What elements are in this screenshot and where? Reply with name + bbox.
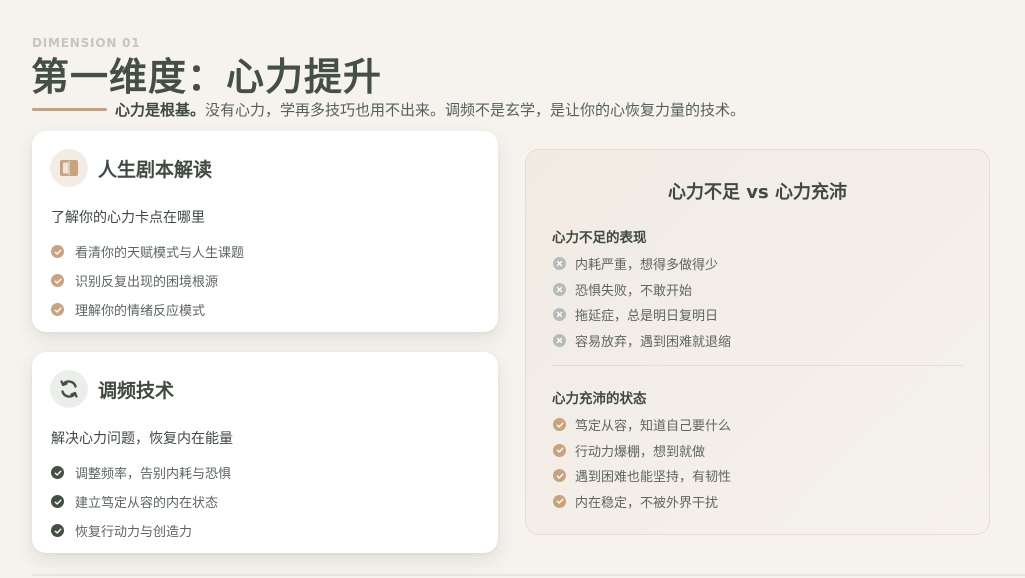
list-item-text: 拖延症，总是明日复明日 bbox=[575, 309, 719, 325]
card-lead: 解决心力问题，恢复内在能量 bbox=[51, 431, 233, 447]
list-item-text: 内在稳定，不被外界干扰 bbox=[575, 495, 719, 511]
accent-rule bbox=[32, 108, 107, 111]
subtitle: 心力是根基。没有心力，学再多技巧也用不出来。调频不是玄学，是让你的心恢复力量的技… bbox=[32, 99, 745, 120]
check-icon bbox=[51, 524, 64, 537]
list-item: 内在稳定，不被外界干扰 bbox=[553, 489, 731, 515]
subtitle-text: 心力是根基。没有心力，学再多技巧也用不出来。调频不是玄学，是让你的心恢复力量的技… bbox=[115, 99, 745, 120]
subtitle-rest: 没有心力，学再多技巧也用不出来。调频不是玄学，是让你的心恢复力量的技术。 bbox=[205, 101, 746, 119]
list-item-text: 笃定从容，知道自己要什么 bbox=[575, 419, 732, 435]
list-item: 内耗严重，想得多做得少 bbox=[553, 251, 731, 277]
comparison-panel: 心力不足 vs 心力充沛 心力不足的表现 内耗严重，想得多做得少 恐惧失败，不敢… bbox=[525, 149, 990, 535]
list-item: 建立笃定从容的内在状态 bbox=[51, 487, 231, 516]
check-icon bbox=[51, 274, 64, 287]
list-item: 遇到困难也能坚持，有韧性 bbox=[553, 463, 731, 489]
list-item: 理解你的情绪反应模式 bbox=[51, 295, 244, 324]
check-icon bbox=[51, 245, 64, 258]
card-header: 人生剧本解读 bbox=[50, 149, 212, 187]
list-item: 行动力爆棚，想到就做 bbox=[553, 438, 731, 464]
card-title: 调频技术 bbox=[98, 379, 175, 402]
list-item-text: 看清你的天赋模式与人生课题 bbox=[75, 246, 245, 261]
list-item-text: 建立笃定从容的内在状态 bbox=[75, 496, 219, 511]
list-item: 容易放弃，遇到困难就退缩 bbox=[553, 328, 731, 354]
check-icon bbox=[553, 443, 566, 457]
list-item-text: 行动力爆棚，想到就做 bbox=[575, 444, 706, 460]
list-item: 恐惧失败，不敢开始 bbox=[553, 277, 731, 303]
card-lead: 了解你的心力卡点在哪里 bbox=[51, 210, 205, 226]
comparison-title: 心力不足 vs 心力充沛 bbox=[668, 182, 847, 203]
divider bbox=[552, 365, 963, 366]
x-icon bbox=[553, 308, 566, 322]
check-icon bbox=[51, 466, 64, 479]
x-icon bbox=[553, 333, 566, 347]
slide: DIMENSION 01 第一维度：心力提升 心力是根基。没有心力，学再多技巧也… bbox=[0, 0, 1025, 578]
bottom-divider bbox=[32, 574, 1025, 576]
check-icon bbox=[553, 418, 566, 432]
card-title: 人生剧本解读 bbox=[98, 158, 213, 181]
list-item-text: 理解你的情绪反应模式 bbox=[75, 304, 206, 319]
subtitle-strong: 心力是根基。 bbox=[115, 101, 206, 119]
check-icon bbox=[51, 495, 64, 508]
list-item-text: 遇到困难也能坚持，有韧性 bbox=[575, 470, 732, 486]
list-item: 恢复行动力与创造力 bbox=[51, 516, 231, 545]
check-icon bbox=[51, 303, 64, 316]
list-item-text: 恐惧失败，不敢开始 bbox=[575, 283, 693, 299]
card-life-script: 人生剧本解读 了解你的心力卡点在哪里 看清你的天赋模式与人生课题 识别反复出现的… bbox=[32, 131, 498, 332]
page-title: 第一维度：心力提升 bbox=[31, 55, 383, 99]
x-icon bbox=[553, 257, 566, 271]
x-icon bbox=[553, 282, 566, 296]
card-tuning-technique: 调频技术 解决心力问题，恢复内在能量 调整频率，告别内耗与恐惧 建立笃定从容的内… bbox=[32, 352, 498, 553]
list-item: 拖延症，总是明日复明日 bbox=[553, 302, 731, 328]
list-item-text: 内耗严重，想得多做得少 bbox=[575, 258, 719, 274]
list-item-text: 调整频率，告别内耗与恐惧 bbox=[75, 467, 232, 482]
lack-section-title: 心力不足的表现 bbox=[552, 230, 647, 246]
list-item: 看清你的天赋模式与人生课题 bbox=[51, 237, 244, 266]
list-item-text: 容易放弃，遇到困难就退缩 bbox=[575, 334, 732, 350]
lack-list: 内耗严重，想得多做得少 恐惧失败，不敢开始 拖延症，总是明日复明日 容易放弃，遇… bbox=[553, 251, 731, 353]
list-item-text: 识别反复出现的困境根源 bbox=[75, 275, 219, 290]
check-icon bbox=[553, 494, 566, 508]
check-icon bbox=[553, 469, 566, 483]
book-icon bbox=[50, 149, 88, 187]
full-list: 笃定从容，知道自己要什么 行动力爆棚，想到就做 遇到困难也能坚持，有韧性 内在稳… bbox=[553, 412, 731, 514]
list-item: 笃定从容，知道自己要什么 bbox=[553, 412, 731, 438]
card-list: 调整频率，告别内耗与恐惧 建立笃定从容的内在状态 恢复行动力与创造力 bbox=[51, 458, 231, 545]
list-item: 识别反复出现的困境根源 bbox=[51, 266, 244, 295]
list-item-text: 恢复行动力与创造力 bbox=[75, 525, 193, 540]
card-header: 调频技术 bbox=[50, 370, 174, 408]
list-item: 调整频率，告别内耗与恐惧 bbox=[51, 458, 231, 487]
full-section-title: 心力充沛的状态 bbox=[552, 391, 647, 407]
refresh-icon bbox=[50, 370, 88, 408]
card-list: 看清你的天赋模式与人生课题 识别反复出现的困境根源 理解你的情绪反应模式 bbox=[51, 237, 244, 324]
